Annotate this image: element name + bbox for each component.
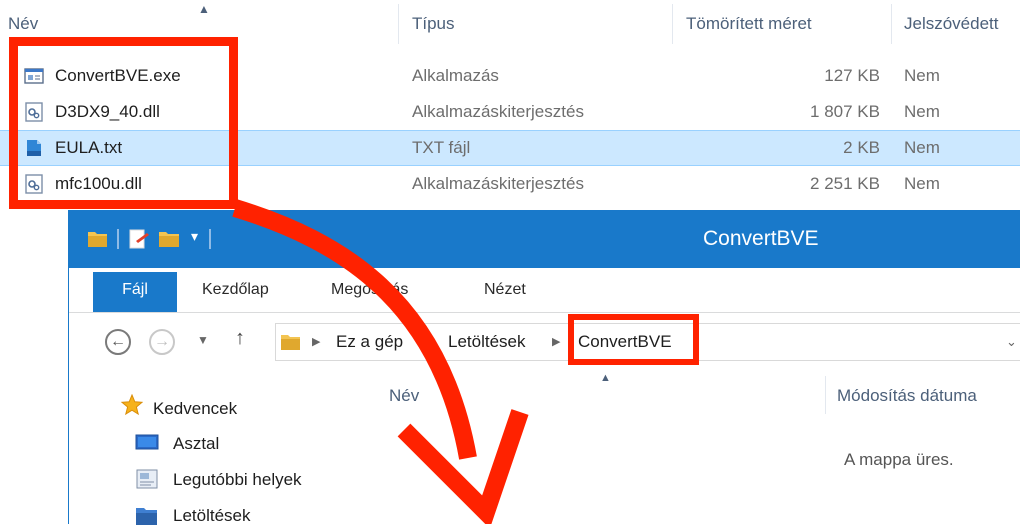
arrow-annotation: [232, 199, 529, 524]
arrow-shaft: [232, 199, 477, 460]
